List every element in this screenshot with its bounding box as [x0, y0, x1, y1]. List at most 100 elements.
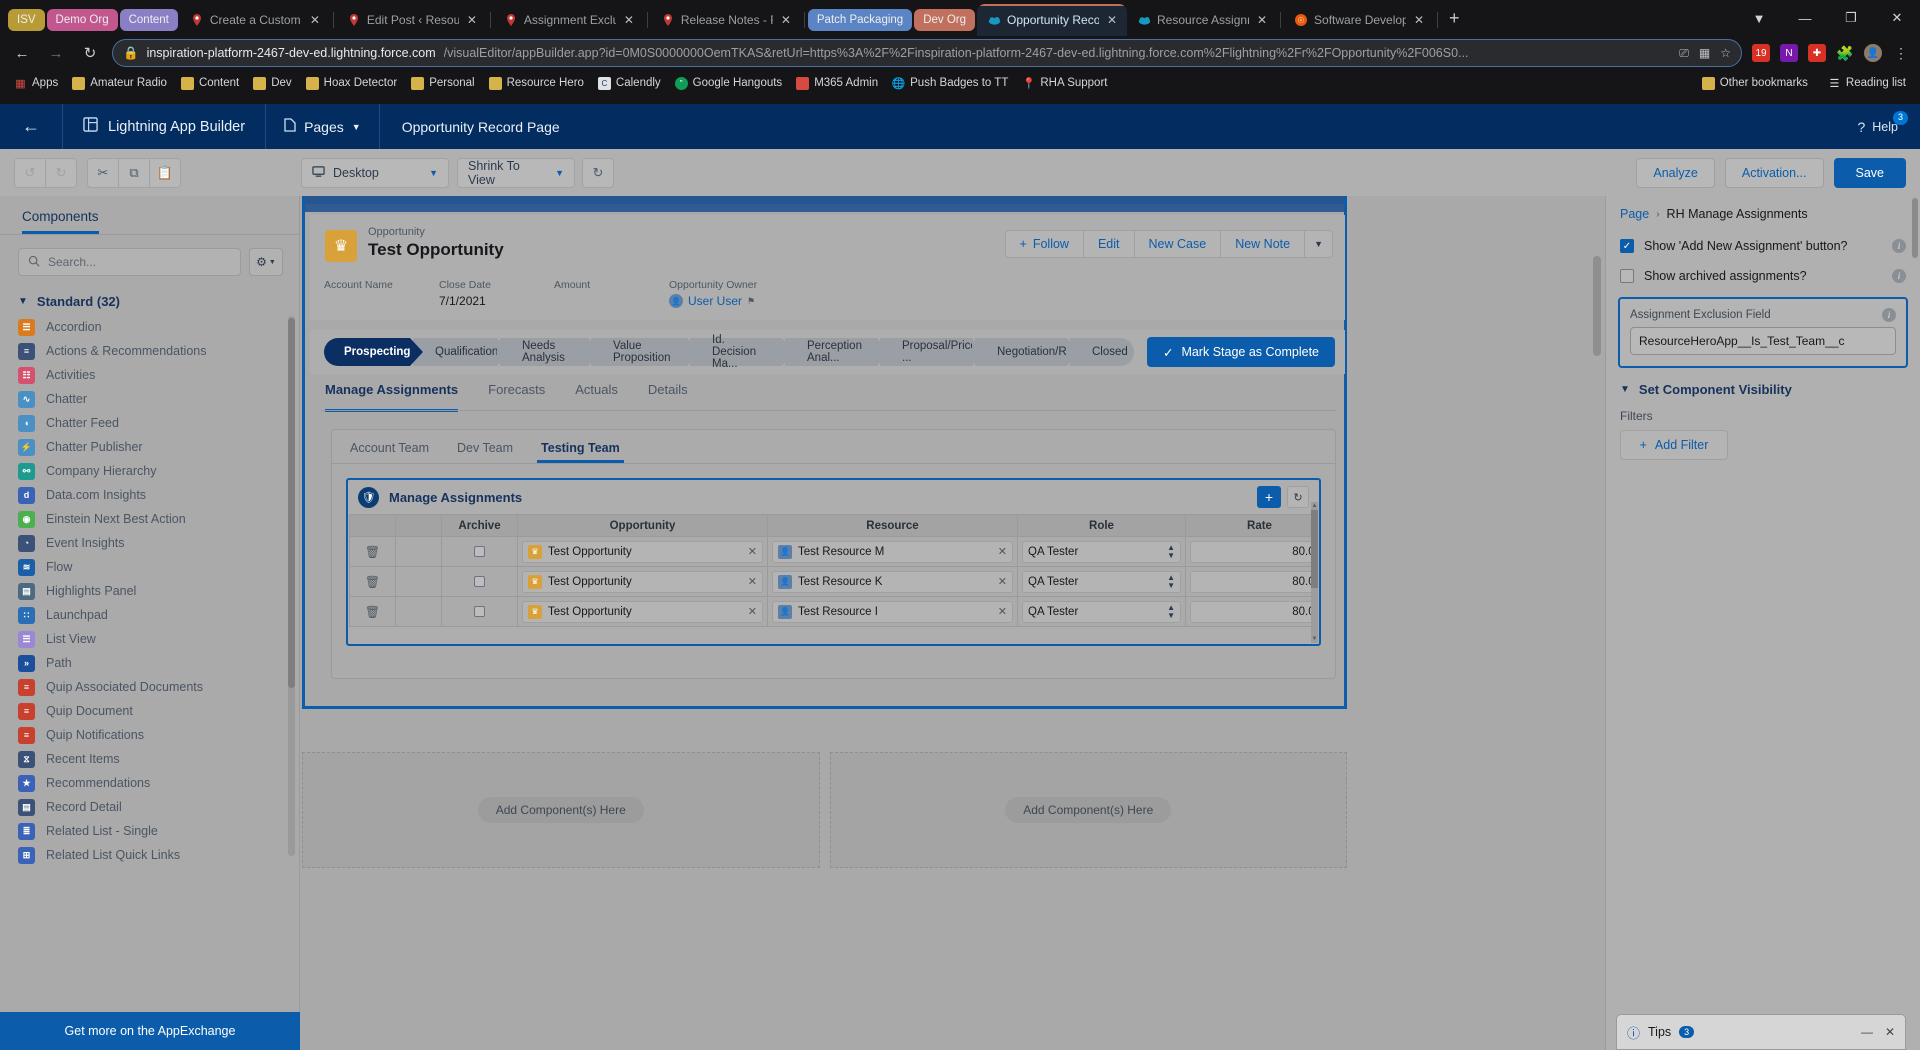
- component-list-item[interactable]: ≡ Quip Document: [0, 699, 299, 723]
- close-window-button[interactable]: ✕: [1874, 2, 1920, 34]
- component-list-item[interactable]: ▤ Record Detail: [0, 795, 299, 819]
- chrome-menu-icon[interactable]: ⋮: [1892, 44, 1910, 62]
- edit-button[interactable]: Edit: [1082, 230, 1135, 258]
- new-case-button[interactable]: New Case: [1133, 230, 1222, 258]
- tab-group-dev-org[interactable]: Dev Org: [914, 9, 976, 31]
- rh-manage-assignments-component[interactable]: 🛡 Manage Assignments + ↻ Archive Opportu…: [346, 478, 1321, 646]
- component-list-item[interactable]: ▤ Highlights Panel: [0, 579, 299, 603]
- browser-tab[interactable]: Resource Assignment ✕: [1127, 4, 1277, 36]
- path-stage[interactable]: Proposal/Price ...: [880, 338, 985, 366]
- component-list-item[interactable]: ≣ Related List - Single: [0, 819, 299, 843]
- tab-group-demo-org[interactable]: Demo Org: [46, 9, 118, 31]
- component-list-item[interactable]: ⧖ Recent Items: [0, 747, 299, 771]
- path-stage[interactable]: Negotiation/Re...: [975, 338, 1083, 366]
- tab-search-icon[interactable]: ▼: [1736, 2, 1782, 34]
- add-filter-button[interactable]: + Add Filter: [1620, 430, 1728, 460]
- scroll-up-icon[interactable]: ▲: [1311, 502, 1318, 510]
- clear-icon[interactable]: ✕: [748, 605, 757, 618]
- back-button[interactable]: ←: [10, 41, 34, 65]
- close-icon[interactable]: ✕: [1257, 13, 1267, 27]
- tab-manage-assignments[interactable]: Manage Assignments: [325, 382, 459, 412]
- field-value-link[interactable]: 👤 User User ⚑: [669, 294, 819, 308]
- tab-dev-team[interactable]: Dev Team: [457, 441, 513, 463]
- mark-stage-complete-button[interactable]: ✓ Mark Stage as Complete: [1146, 337, 1335, 367]
- assignment-exclusion-field-input[interactable]: ResourceHeroApp__Is_Test_Team__c: [1630, 327, 1896, 355]
- new-tab-button[interactable]: +: [1449, 8, 1460, 29]
- analyze-button[interactable]: Analyze: [1636, 157, 1715, 188]
- bookmark-content[interactable]: Content: [175, 74, 245, 93]
- clear-icon[interactable]: ✕: [748, 545, 757, 558]
- path-stage[interactable]: Perception Anal...: [785, 338, 890, 366]
- minimize-button[interactable]: —: [1782, 2, 1828, 34]
- tab-forecasts[interactable]: Forecasts: [488, 382, 545, 412]
- cut-button[interactable]: ✂: [87, 157, 119, 188]
- path-stage[interactable]: Needs Analysis: [500, 338, 601, 366]
- component-list-item[interactable]: ◉ Einstein Next Best Action: [0, 507, 299, 531]
- add-assignment-button[interactable]: +: [1257, 486, 1281, 508]
- appexchange-banner[interactable]: Get more on the AppExchange: [0, 1012, 300, 1050]
- browser-tab[interactable]: ☉ Software Developme ✕: [1284, 4, 1434, 36]
- info-icon[interactable]: i: [1892, 269, 1906, 283]
- clear-icon[interactable]: ✕: [748, 575, 757, 588]
- set-component-visibility-header[interactable]: ▼ Set Component Visibility: [1606, 368, 1920, 405]
- checkbox-show-archived-assignments[interactable]: [1620, 269, 1634, 283]
- standard-section-header[interactable]: ▼ Standard (32): [0, 286, 299, 315]
- refresh-canvas-button[interactable]: ↻: [582, 157, 614, 188]
- clear-icon[interactable]: ✕: [998, 605, 1007, 618]
- checkbox-show-add-new-assignment[interactable]: ✓: [1620, 239, 1634, 253]
- component-list-item[interactable]: ≡ Actions & Recommendations: [0, 339, 299, 363]
- forward-button[interactable]: →: [44, 41, 68, 65]
- rate-input[interactable]: 80.00: [1190, 570, 1311, 593]
- close-icon[interactable]: ✕: [1414, 13, 1424, 27]
- component-list-item[interactable]: ⊞ Related List Quick Links: [0, 843, 299, 867]
- rate-input[interactable]: 80.00: [1190, 540, 1311, 563]
- dropzone-right[interactable]: Add Component(s) Here: [829, 752, 1347, 868]
- path-stage[interactable]: Id. Decision Ma...: [690, 334, 795, 370]
- bookmark-reading-list[interactable]: ☰ Reading list: [1822, 74, 1912, 93]
- component-list-item[interactable]: ∷ Launchpad: [0, 603, 299, 627]
- tab-group-patch-packaging[interactable]: Patch Packaging: [807, 9, 913, 31]
- bookmark-other-bookmarks[interactable]: Other bookmarks: [1696, 74, 1814, 93]
- path-stage[interactable]: Qualification: [413, 338, 510, 366]
- component-list-item[interactable]: » Path: [0, 651, 299, 675]
- undo-button[interactable]: ↺: [14, 157, 46, 188]
- resource-lookup[interactable]: 👤 Test Resource M ✕: [772, 540, 1013, 563]
- paste-button[interactable]: 📋: [149, 157, 181, 188]
- show-archived-assignments-row[interactable]: Show archived assignments? i: [1606, 261, 1920, 291]
- component-list-item[interactable]: ☰ List View: [0, 627, 299, 651]
- minimize-icon[interactable]: —: [1861, 1025, 1873, 1039]
- bookmark-amateur-radio[interactable]: Amateur Radio: [66, 74, 173, 93]
- browser-tab[interactable]: Edit Post ‹ Resource H ✕: [337, 4, 487, 36]
- clear-icon[interactable]: ✕: [998, 545, 1007, 558]
- tab-testing-team[interactable]: Testing Team: [537, 441, 624, 463]
- close-icon[interactable]: ✕: [310, 13, 320, 27]
- component-list-item[interactable]: ≋ Flow: [0, 555, 299, 579]
- component-list-item[interactable]: ⚯ Company Hierarchy: [0, 459, 299, 483]
- browser-tab[interactable]: Assignment Exclusion ✕: [494, 4, 644, 36]
- opportunity-lookup[interactable]: ♛ Test Opportunity ✕: [522, 570, 763, 593]
- maximize-button[interactable]: ❐: [1828, 2, 1874, 34]
- archive-checkbox[interactable]: [474, 606, 485, 617]
- cast-icon[interactable]: ⎚: [1679, 46, 1689, 61]
- lightning-app-builder-brand[interactable]: Lightning App Builder: [63, 104, 265, 149]
- follow-button[interactable]: + Follow: [1004, 230, 1084, 258]
- scroll-down-icon[interactable]: ▼: [1311, 635, 1318, 643]
- properties-scrollbar[interactable]: [1912, 198, 1918, 258]
- bookmark-push-badges[interactable]: 🌐 Push Badges to TT: [886, 74, 1014, 93]
- bookmark-hoax-detector[interactable]: Hoax Detector: [300, 74, 404, 93]
- info-icon[interactable]: i: [1882, 308, 1896, 322]
- qr-icon[interactable]: ▦: [1699, 46, 1710, 60]
- table-scrollbar[interactable]: ▲ ▼: [1311, 502, 1318, 643]
- resource-lookup[interactable]: 👤 Test Resource K ✕: [772, 570, 1013, 593]
- archive-checkbox[interactable]: [474, 576, 485, 587]
- bookmark-dev[interactable]: Dev: [247, 74, 297, 93]
- resource-lookup[interactable]: 👤 Test Resource I ✕: [772, 600, 1013, 623]
- trash-icon[interactable]: 🗑: [354, 575, 391, 589]
- role-select[interactable]: QA Tester ▲ ▼: [1022, 540, 1181, 563]
- trash-icon[interactable]: 🗑: [354, 605, 391, 619]
- canvas-scrollbar[interactable]: [1593, 256, 1601, 356]
- browser-tab[interactable]: Create a Custom Mat ✕: [180, 4, 330, 36]
- close-icon[interactable]: ✕: [1107, 13, 1117, 27]
- chevron-down-icon[interactable]: ▼: [1304, 230, 1333, 258]
- puzzle-extension-icon[interactable]: 🧩: [1836, 44, 1854, 62]
